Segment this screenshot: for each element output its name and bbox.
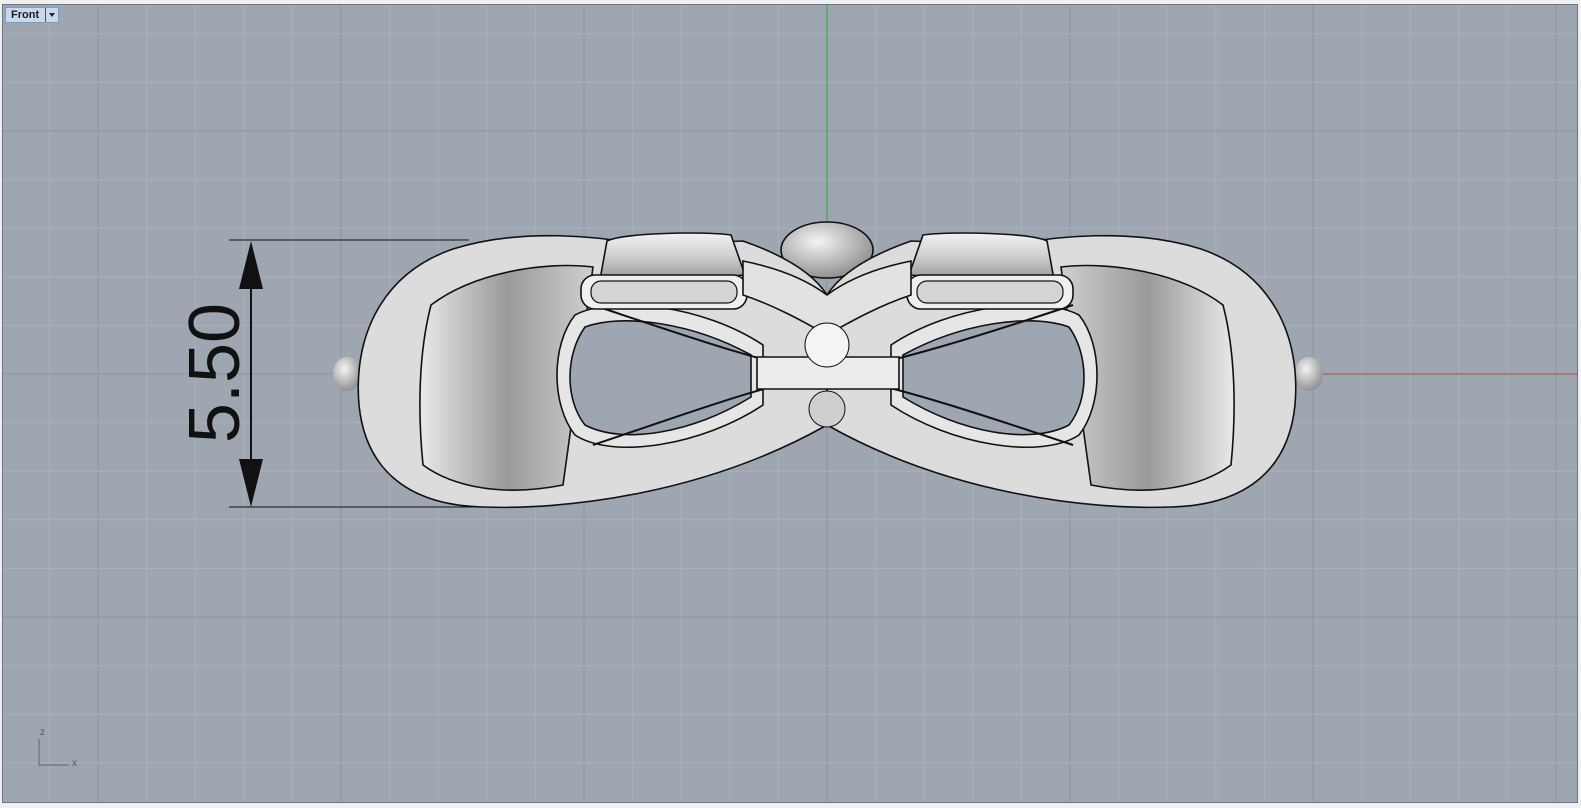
center-knot-top	[804, 322, 850, 368]
left-bead	[333, 357, 361, 391]
viewport-title-tab[interactable]: Front	[5, 7, 60, 23]
right-bead	[1295, 357, 1323, 391]
center-knot-bottom	[808, 390, 846, 428]
axis-widget-z-label: z	[40, 727, 45, 738]
chevron-down-icon	[49, 13, 56, 17]
model-canvas[interactable]: 5.50 z x	[3, 5, 1578, 803]
dimension-value: 5.50	[175, 303, 255, 443]
dimension-arrow-bottom	[239, 459, 263, 507]
dimension-arrow-top	[239, 241, 263, 289]
left-top-bar-inner	[590, 280, 738, 304]
axis-widget-lines	[38, 739, 69, 766]
front-viewport[interactable]: Front 5.50 z x	[2, 4, 1578, 803]
ring-model[interactable]	[333, 221, 1323, 509]
axis-widget-x-label: x	[72, 758, 77, 769]
right-top-bar-inner	[916, 280, 1064, 304]
viewport-menu-dropdown[interactable]	[45, 8, 58, 22]
viewport-title[interactable]: Front	[6, 8, 45, 22]
